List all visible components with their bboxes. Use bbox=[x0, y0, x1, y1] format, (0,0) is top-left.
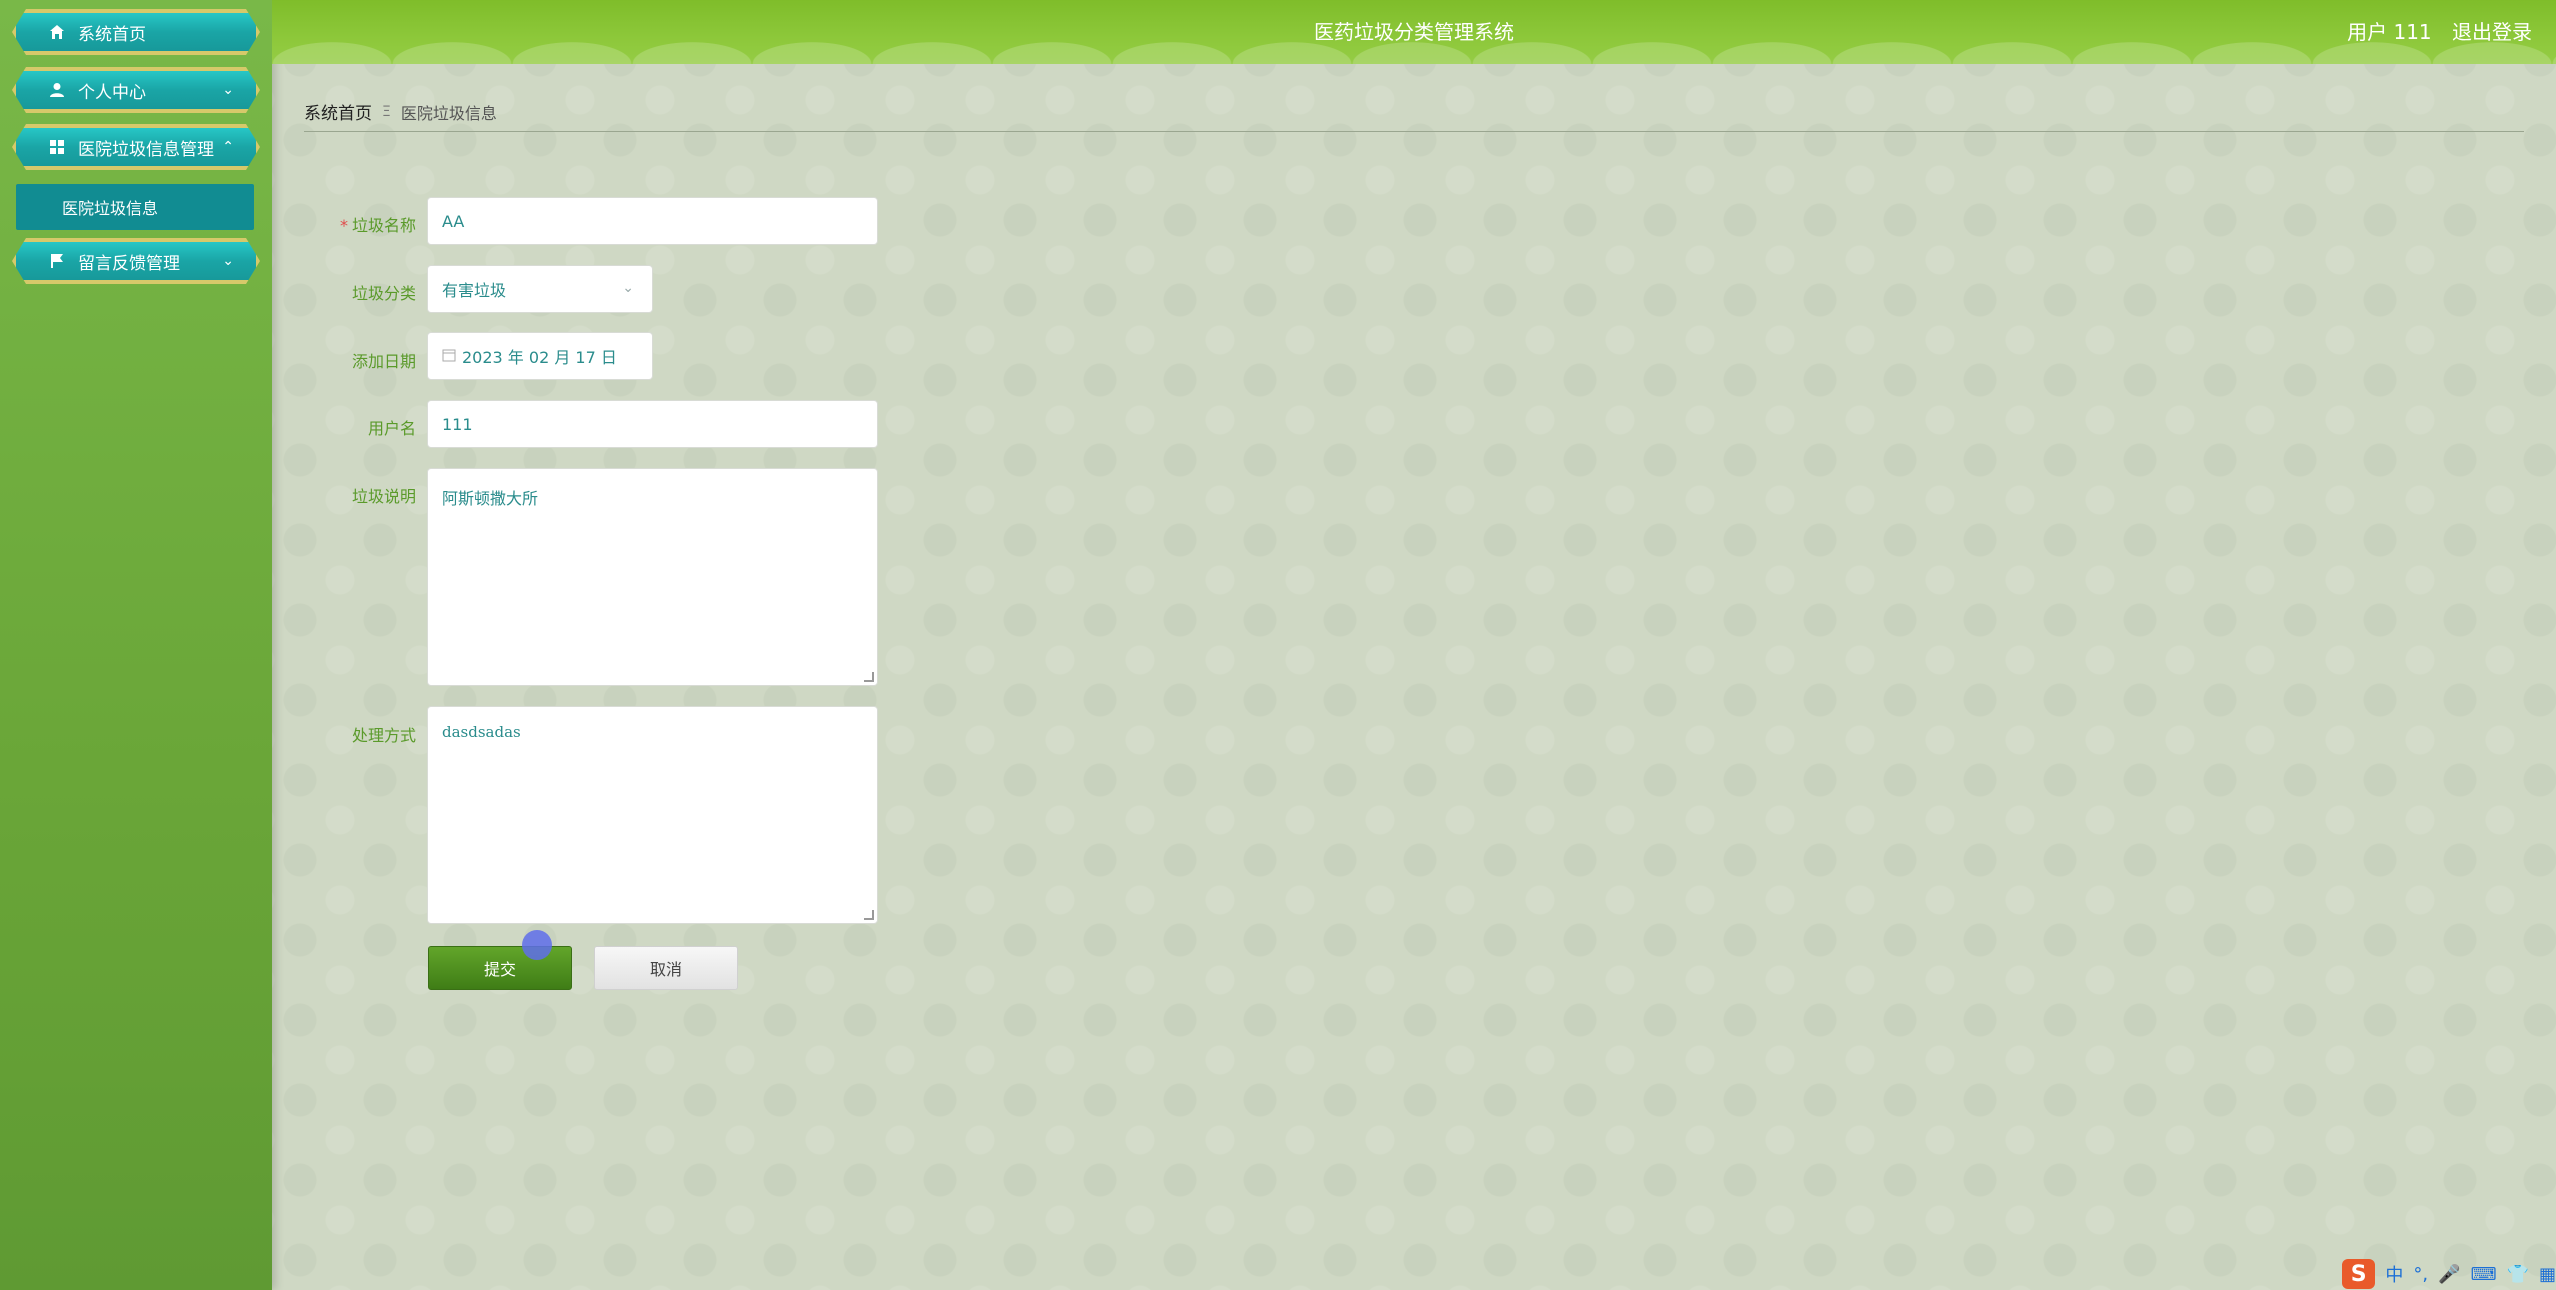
ime-toolbar: S 中 °, 🎤 ⌨ 👕 ▦ bbox=[2336, 1258, 2556, 1290]
ime-punctuation-icon[interactable]: °, bbox=[2413, 1264, 2428, 1285]
breadcrumb-current: 医院垃圾信息 bbox=[400, 103, 497, 123]
method-textarea[interactable]: dasdsadas bbox=[427, 706, 878, 924]
sidebar-item-feedback-management[interactable]: 留言反馈管理 ⌄ bbox=[12, 238, 260, 284]
sogou-logo-icon[interactable]: S bbox=[2342, 1259, 2376, 1289]
microphone-icon[interactable]: 🎤 bbox=[2438, 1264, 2460, 1285]
user-icon bbox=[46, 81, 68, 99]
username-input[interactable]: 111 bbox=[427, 400, 878, 448]
toolbox-icon[interactable]: ▦ bbox=[2539, 1264, 2556, 1285]
chevron-down-icon: ⌄ bbox=[222, 82, 234, 98]
chevron-up-icon: ⌃ bbox=[222, 139, 234, 155]
category-label: 垃圾分类 bbox=[351, 284, 416, 303]
sidebar-item-label: 个人中心 bbox=[78, 82, 146, 103]
sidebar-item-waste-info-management[interactable]: 医院垃圾信息管理 ⌃ bbox=[12, 124, 260, 170]
date-picker[interactable]: 2023 年 02 月 17 日 bbox=[427, 332, 653, 380]
breadcrumb-home[interactable]: 系统首页 bbox=[304, 99, 372, 124]
grid-icon bbox=[46, 138, 68, 156]
resize-handle[interactable] bbox=[864, 672, 874, 682]
calendar-icon bbox=[442, 347, 456, 366]
breadcrumb: 系统首页 Ξ 医院垃圾信息 bbox=[304, 92, 2524, 132]
skin-icon[interactable]: 👕 bbox=[2507, 1264, 2529, 1285]
description-textarea[interactable]: 阿斯顿撒大所 bbox=[427, 468, 878, 686]
logout-link[interactable]: 退出登录 bbox=[2452, 20, 2532, 44]
sidebar-item-personal[interactable]: 个人中心 ⌄ bbox=[12, 67, 260, 113]
breadcrumb-separator: Ξ bbox=[382, 103, 391, 120]
name-label: * 垃圾名称 bbox=[339, 216, 416, 235]
name-input[interactable]: AA bbox=[427, 197, 878, 245]
sidebar-subitem-waste-info[interactable]: 医院垃圾信息 bbox=[16, 184, 254, 230]
sidebar-subitem-label: 医院垃圾信息 bbox=[62, 199, 159, 218]
sidebar-item-label: 系统首页 bbox=[78, 24, 146, 45]
username-label: 用户名 bbox=[367, 419, 416, 438]
resize-handle[interactable] bbox=[864, 910, 874, 920]
date-label: 添加日期 bbox=[351, 352, 416, 371]
sidebar-item-home[interactable]: 系统首页 bbox=[12, 9, 260, 55]
ime-chinese-mode[interactable]: 中 bbox=[2385, 1261, 2403, 1287]
sidebar-item-label: 留言反馈管理 bbox=[78, 253, 180, 274]
app-title: 医药垃圾分类管理系统 bbox=[1314, 20, 1514, 44]
cancel-button[interactable]: 取消 bbox=[594, 946, 738, 990]
sidebar: 系统首页 个人中心 ⌄ 医院垃圾信息管理 ⌃ 医院垃圾信息 留言反馈管理 ⌄ bbox=[0, 0, 272, 1290]
sidebar-item-label: 医院垃圾信息管理 bbox=[78, 139, 214, 160]
description-label: 垃圾说明 bbox=[351, 487, 416, 506]
flag-icon bbox=[46, 252, 68, 270]
keyboard-icon[interactable]: ⌨ bbox=[2471, 1264, 2497, 1285]
home-icon bbox=[46, 23, 68, 41]
mouse-cursor-highlight bbox=[522, 930, 552, 960]
submit-button[interactable]: 提交 bbox=[428, 946, 572, 990]
chevron-down-icon: ⌄ bbox=[222, 253, 234, 269]
category-select[interactable]: 有害垃圾 ⌄ bbox=[427, 265, 653, 313]
method-label: 处理方式 bbox=[351, 726, 416, 745]
required-mark: * bbox=[339, 216, 348, 235]
chevron-down-icon: ⌄ bbox=[622, 280, 634, 296]
top-header: 医药垃圾分类管理系统 用户 111 退出登录 bbox=[272, 0, 2556, 64]
header-user-area: 用户 111 退出登录 bbox=[2333, 16, 2532, 45]
user-label: 用户 111 bbox=[2347, 20, 2432, 44]
